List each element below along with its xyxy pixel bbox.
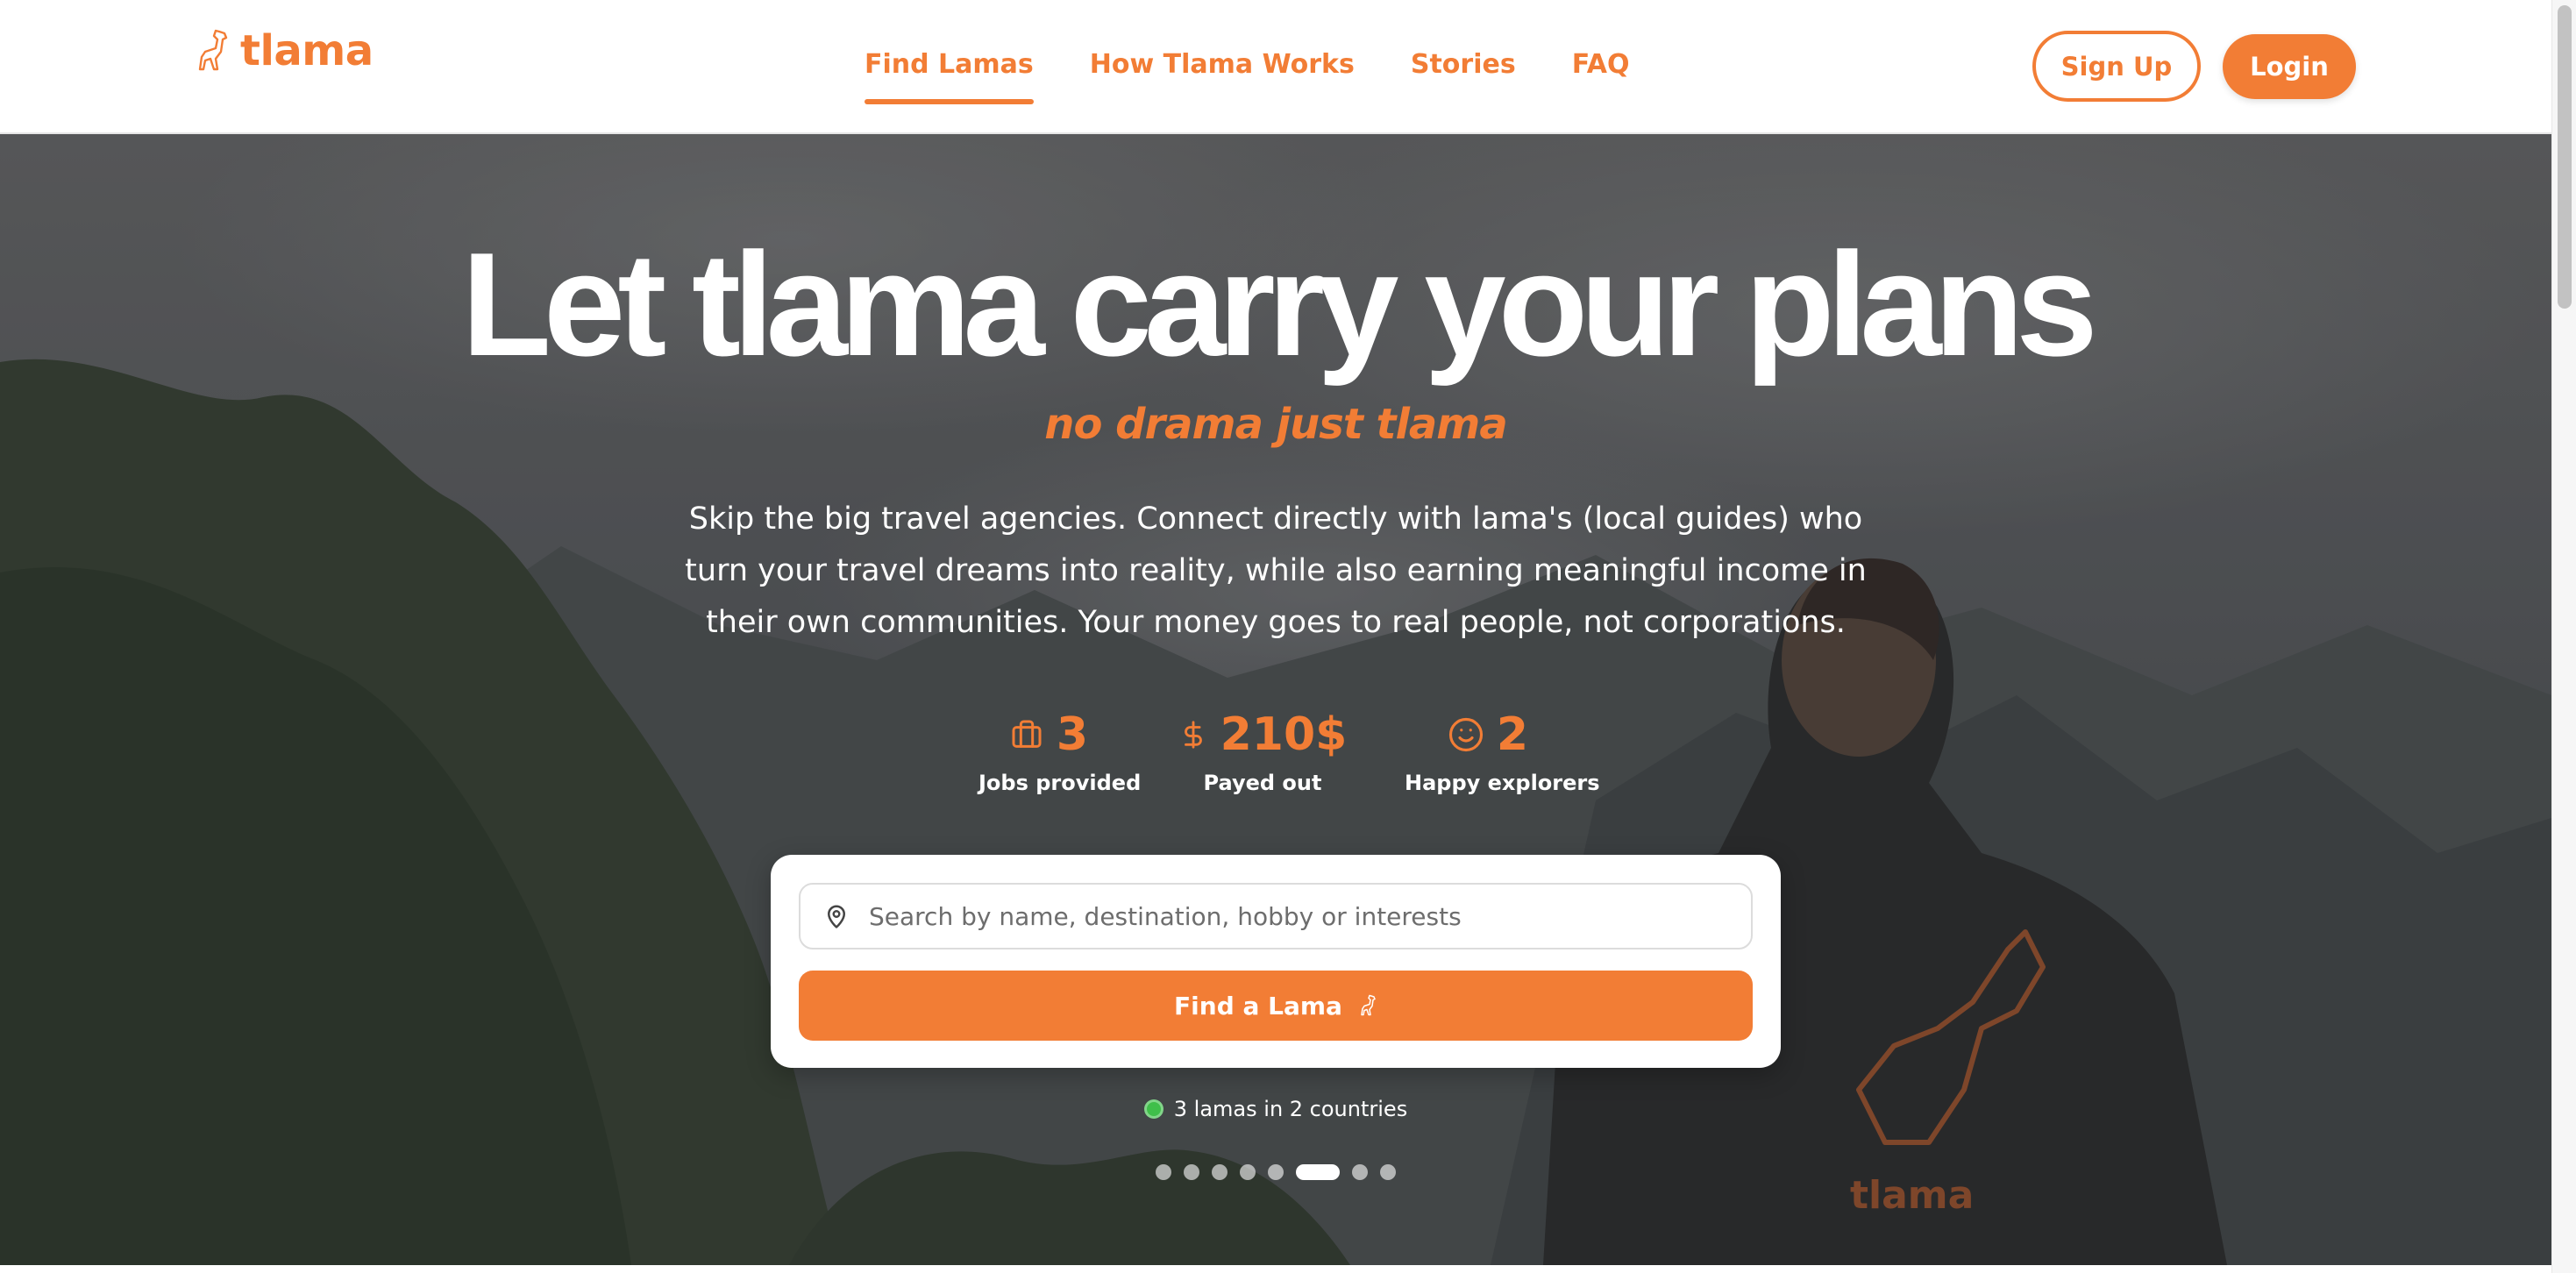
brand-name: tlama: [240, 26, 374, 75]
stat-label: Happy explorers: [1405, 771, 1600, 795]
nav-find-lamas[interactable]: Find Lamas: [865, 49, 1034, 104]
carousel-dot[interactable]: [1352, 1164, 1368, 1180]
search-field[interactable]: [799, 883, 1753, 949]
search-input[interactable]: [867, 900, 1726, 932]
brand-logo[interactable]: tlama: [196, 26, 374, 75]
search-card: Find a Lama: [771, 855, 1781, 1068]
hero-description: Skip the big travel agencies. Connect di…: [685, 501, 1867, 640]
hero-tagline: no drama just tlama: [1044, 400, 1507, 449]
main-nav: Find Lamas How Tlama Works Stories FAQ: [865, 49, 1629, 104]
carousel-dot[interactable]: [1156, 1164, 1171, 1180]
scrollbar-thumb[interactable]: [2558, 5, 2572, 309]
availability-status: 3 lamas in 2 countries: [0, 1097, 2551, 1121]
dollar-icon: [1184, 721, 1202, 749]
availability-text: 3 lamas in 2 countries: [1173, 1097, 1408, 1121]
hero-title: Let tlama carry your plans: [461, 222, 2097, 387]
carousel-dot[interactable]: [1380, 1164, 1396, 1180]
carousel-dot[interactable]: [1268, 1164, 1284, 1180]
stat-label: Jobs provided: [978, 771, 1142, 795]
stat-payed-out: 210$ Payed out: [1175, 704, 1350, 795]
find-a-lama-button[interactable]: Find a Lama: [799, 971, 1753, 1041]
stat-label: Payed out: [1203, 771, 1322, 795]
location-pin-icon: [828, 905, 845, 928]
stat-jobs-provided: 3 Jobs provided: [978, 704, 1142, 795]
smiley-icon: [1448, 717, 1483, 752]
carousel-dot[interactable]: [1240, 1164, 1256, 1180]
llama-logo-icon: [198, 29, 228, 71]
find-a-lama-label: Find a Lama: [1174, 991, 1342, 1021]
stat-value: 210$: [1220, 708, 1348, 761]
carousel-dot[interactable]: [1184, 1164, 1199, 1180]
online-indicator: [1143, 1099, 1163, 1119]
carousel-dot-active[interactable]: [1296, 1164, 1340, 1180]
nav-how-tlama-works[interactable]: How Tlama Works: [1090, 49, 1355, 104]
page-bottom-edge: [0, 1265, 2551, 1273]
page-scrollbar[interactable]: [2551, 0, 2576, 1273]
site-header: tlama Find Lamas How Tlama Works Stories…: [0, 0, 2551, 134]
stat-happy-explorers: 2 Happy explorers: [1405, 704, 1600, 795]
sign-up-button[interactable]: Sign Up: [2032, 31, 2201, 102]
stats-row: 3 Jobs provided 210$ Payed out 2 Happy e…: [0, 704, 2551, 809]
carousel-dot[interactable]: [1212, 1164, 1228, 1180]
briefcase-icon: [1012, 720, 1042, 748]
login-button[interactable]: Login: [2223, 34, 2356, 99]
nav-faq[interactable]: FAQ: [1572, 49, 1630, 104]
nav-stories[interactable]: Stories: [1411, 49, 1516, 104]
hero-section: tlama Let tlama carry your plans no dram…: [0, 134, 2551, 1265]
stat-value: 2: [1496, 708, 1529, 761]
stat-value: 3: [1056, 708, 1089, 761]
llama-icon: [1361, 994, 1376, 1016]
carousel-dots: [0, 1164, 2551, 1180]
